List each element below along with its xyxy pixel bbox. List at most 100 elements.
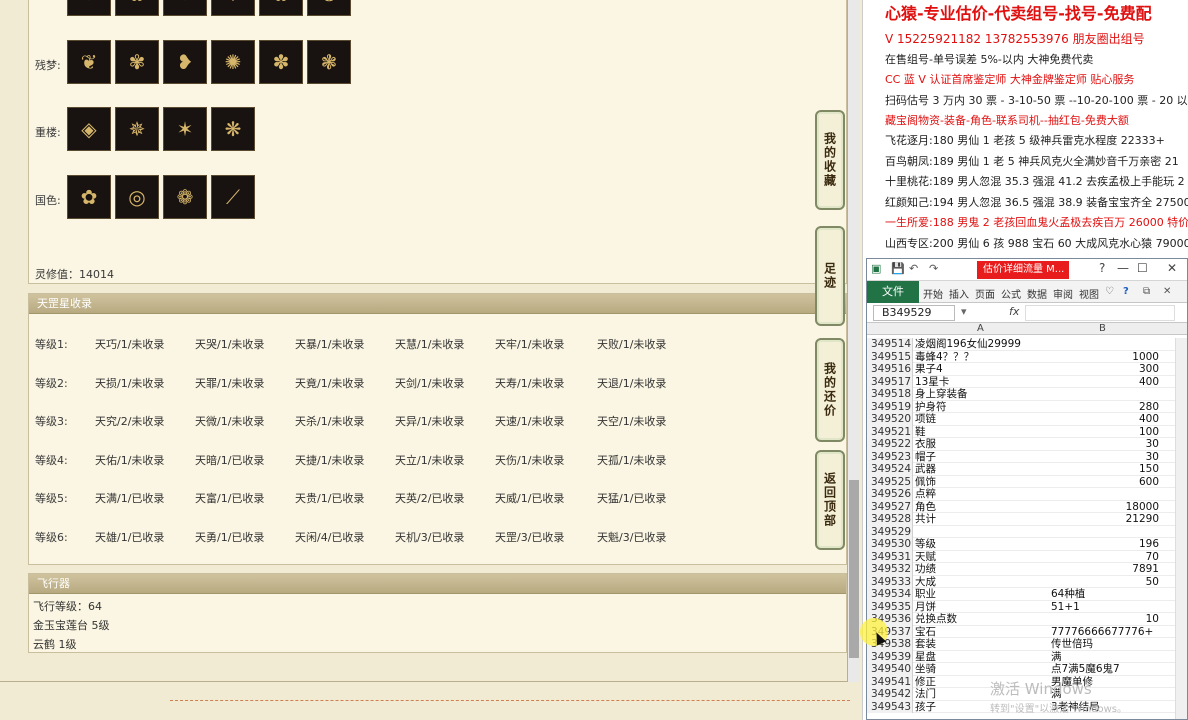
cell-a[interactable]: 13星卡 (915, 376, 1049, 389)
cell-a[interactable]: 天赋 (915, 551, 1049, 564)
nav-my-offers-button[interactable]: 我的还价 (815, 338, 845, 442)
undo-icon[interactable]: ↶ (909, 262, 918, 275)
tab-formulas[interactable]: 公式 (1001, 286, 1021, 301)
row-number[interactable]: 349533 (867, 575, 913, 588)
cell-a[interactable]: 月饼 (915, 601, 1049, 614)
row-number[interactable]: 349541 (867, 675, 913, 688)
row-number[interactable]: 349521 (867, 425, 913, 438)
sheet-row[interactable]: 349524 武器 150 (867, 463, 1187, 476)
column-b-header[interactable]: B (1099, 323, 1106, 334)
cell-b[interactable]: 50 (1049, 576, 1159, 589)
item-icon[interactable]: ❋ (211, 107, 255, 151)
cell-a[interactable]: 功绩 (915, 563, 1049, 576)
cell-b[interactable]: 1000 (1049, 351, 1159, 364)
sheet-row[interactable]: 349523 帽子 30 (867, 450, 1187, 464)
nav-footprint-button[interactable]: 足迹 (815, 226, 845, 326)
cell-a[interactable]: 身上穿装备 (915, 388, 1049, 401)
tab-review[interactable]: 审阅 (1053, 286, 1073, 301)
sheet-row[interactable]: 349522 衣服 30 (867, 438, 1187, 451)
cell-a[interactable]: 共计 (915, 513, 1049, 526)
sheet-row[interactable]: 349521 鞋 100 (867, 425, 1187, 439)
close-workbook-icon[interactable]: ✕ (1163, 286, 1171, 297)
row-number[interactable]: 349520 (867, 413, 913, 426)
file-tab[interactable]: 文件 (867, 281, 919, 303)
cell-a[interactable]: 毒蜂4？？？ (915, 351, 1049, 364)
item-icon[interactable]: ❖ (211, 0, 255, 16)
row-number[interactable]: 349524 (867, 463, 913, 476)
sheet-row[interactable]: 349525 佩饰 600 (867, 475, 1187, 489)
cell-b[interactable]: 传世倍玛 (1049, 638, 1159, 651)
sheet-row[interactable]: 349527 角色 18000 (867, 500, 1187, 514)
item-icon[interactable]: ✺ (211, 40, 255, 84)
sheet-grid[interactable]: 349514 凌烟阁196女仙29999 349515 毒蜂4？？？ 1000 34951… (867, 338, 1187, 713)
sheet-scrollbar[interactable] (1175, 338, 1187, 719)
item-icon[interactable]: ✿ (259, 0, 303, 16)
cell-a[interactable]: 武器 (915, 463, 1049, 476)
redo-icon[interactable]: ↷ (929, 262, 938, 275)
name-box-dropdown-icon[interactable]: ▾ (961, 305, 967, 318)
cell-a[interactable]: 大成 (915, 576, 1049, 589)
column-a-header[interactable]: A (977, 323, 984, 334)
row-number[interactable]: 349530 (867, 538, 913, 551)
sheet-row[interactable]: 349514 凌烟阁196女仙29999 (867, 338, 1187, 351)
item-icon[interactable]: ✵ (115, 107, 159, 151)
nav-my-favorites-button[interactable]: 我的收藏 (815, 110, 845, 210)
row-number[interactable]: 349531 (867, 550, 913, 563)
row-number[interactable]: 349516 (867, 363, 913, 376)
cell-a[interactable]: 佩饰 (915, 476, 1049, 489)
sheet-row[interactable]: 349530 等级 196 (867, 538, 1187, 551)
sheet-row[interactable]: 349540 坐骑 点7满5魔6鬼7 (867, 663, 1187, 676)
item-icon[interactable]: ✶ (163, 107, 207, 151)
sheet-row[interactable]: 349518 身上穿装备 (867, 388, 1187, 401)
row-number[interactable]: 349517 (867, 375, 913, 388)
sheet-row[interactable]: 349528 共计 21290 (867, 513, 1187, 526)
cell-b[interactable]: 600 (1049, 476, 1159, 489)
row-number[interactable]: 349542 (867, 688, 913, 701)
help-icon[interactable]: ? (1123, 286, 1129, 297)
sheet-row[interactable]: 349536 兑换点数 10 (867, 613, 1187, 626)
item-icon[interactable]: ❁ (163, 175, 207, 219)
row-number[interactable]: 349529 (867, 525, 913, 538)
cell-b[interactable]: 30 (1049, 438, 1159, 451)
maximize-icon[interactable]: ☐ (1137, 261, 1148, 275)
cell-a[interactable]: 等级 (915, 538, 1049, 551)
fx-icon[interactable]: fx (1009, 305, 1019, 318)
cell-b[interactable]: 满 (1049, 651, 1159, 664)
sheet-row[interactable]: 349534 职业 64种植 (867, 588, 1187, 601)
item-icon[interactable]: ✧ (163, 0, 207, 16)
tab-data[interactable]: 数据 (1027, 286, 1047, 301)
cell-a[interactable]: 套装 (915, 638, 1049, 651)
row-number[interactable]: 349532 (867, 563, 913, 576)
cell-a[interactable]: 兑换点数 (915, 613, 1049, 626)
cell-b[interactable]: 300 (1049, 363, 1159, 376)
item-icon[interactable]: ❦ (67, 40, 111, 84)
tab-page-layout[interactable]: 页面 (975, 286, 995, 301)
sheet-row[interactable]: 349531 天赋 70 (867, 550, 1187, 564)
cell-a[interactable]: 护身符 (915, 401, 1049, 414)
cell-b[interactable]: 18000 (1049, 501, 1159, 514)
row-number[interactable]: 349514 (867, 338, 913, 351)
cell-b[interactable]: 196 (1049, 538, 1159, 551)
sheet-row[interactable]: 349537 宝石 77776666677776+ (867, 625, 1187, 639)
item-icon[interactable]: ❀ (115, 0, 159, 16)
cell-b[interactable]: 150 (1049, 463, 1159, 476)
row-number[interactable]: 349534 (867, 588, 913, 601)
cell-b[interactable]: 30 (1049, 451, 1159, 464)
cell-b[interactable]: 77776666677776+ (1049, 626, 1159, 639)
row-number[interactable]: 349519 (867, 400, 913, 413)
cell-b[interactable]: 100 (1049, 426, 1159, 439)
item-icon[interactable]: ✦ (67, 0, 111, 16)
cell-a[interactable]: 星盘 (915, 651, 1049, 664)
restore-ribbon-icon[interactable]: ⧉ (1143, 286, 1150, 297)
sheet-row[interactable]: 349532 功绩 7891 (867, 563, 1187, 576)
sheet-row[interactable]: 349535 月饼 51+1 (867, 600, 1187, 614)
row-number[interactable]: 349543 (867, 700, 913, 713)
cell-b[interactable]: 7891 (1049, 563, 1159, 576)
sheet-row[interactable]: 349519 护身符 280 (867, 400, 1187, 414)
item-icon[interactable]: ❃ (307, 40, 351, 84)
row-number[interactable]: 349522 (867, 438, 913, 451)
sheet-row[interactable]: 349517 13星卡 400 (867, 375, 1187, 389)
cell-b[interactable]: 64种植 (1049, 588, 1159, 601)
item-icon[interactable]: ◈ (67, 107, 111, 151)
row-number[interactable]: 349535 (867, 600, 913, 613)
